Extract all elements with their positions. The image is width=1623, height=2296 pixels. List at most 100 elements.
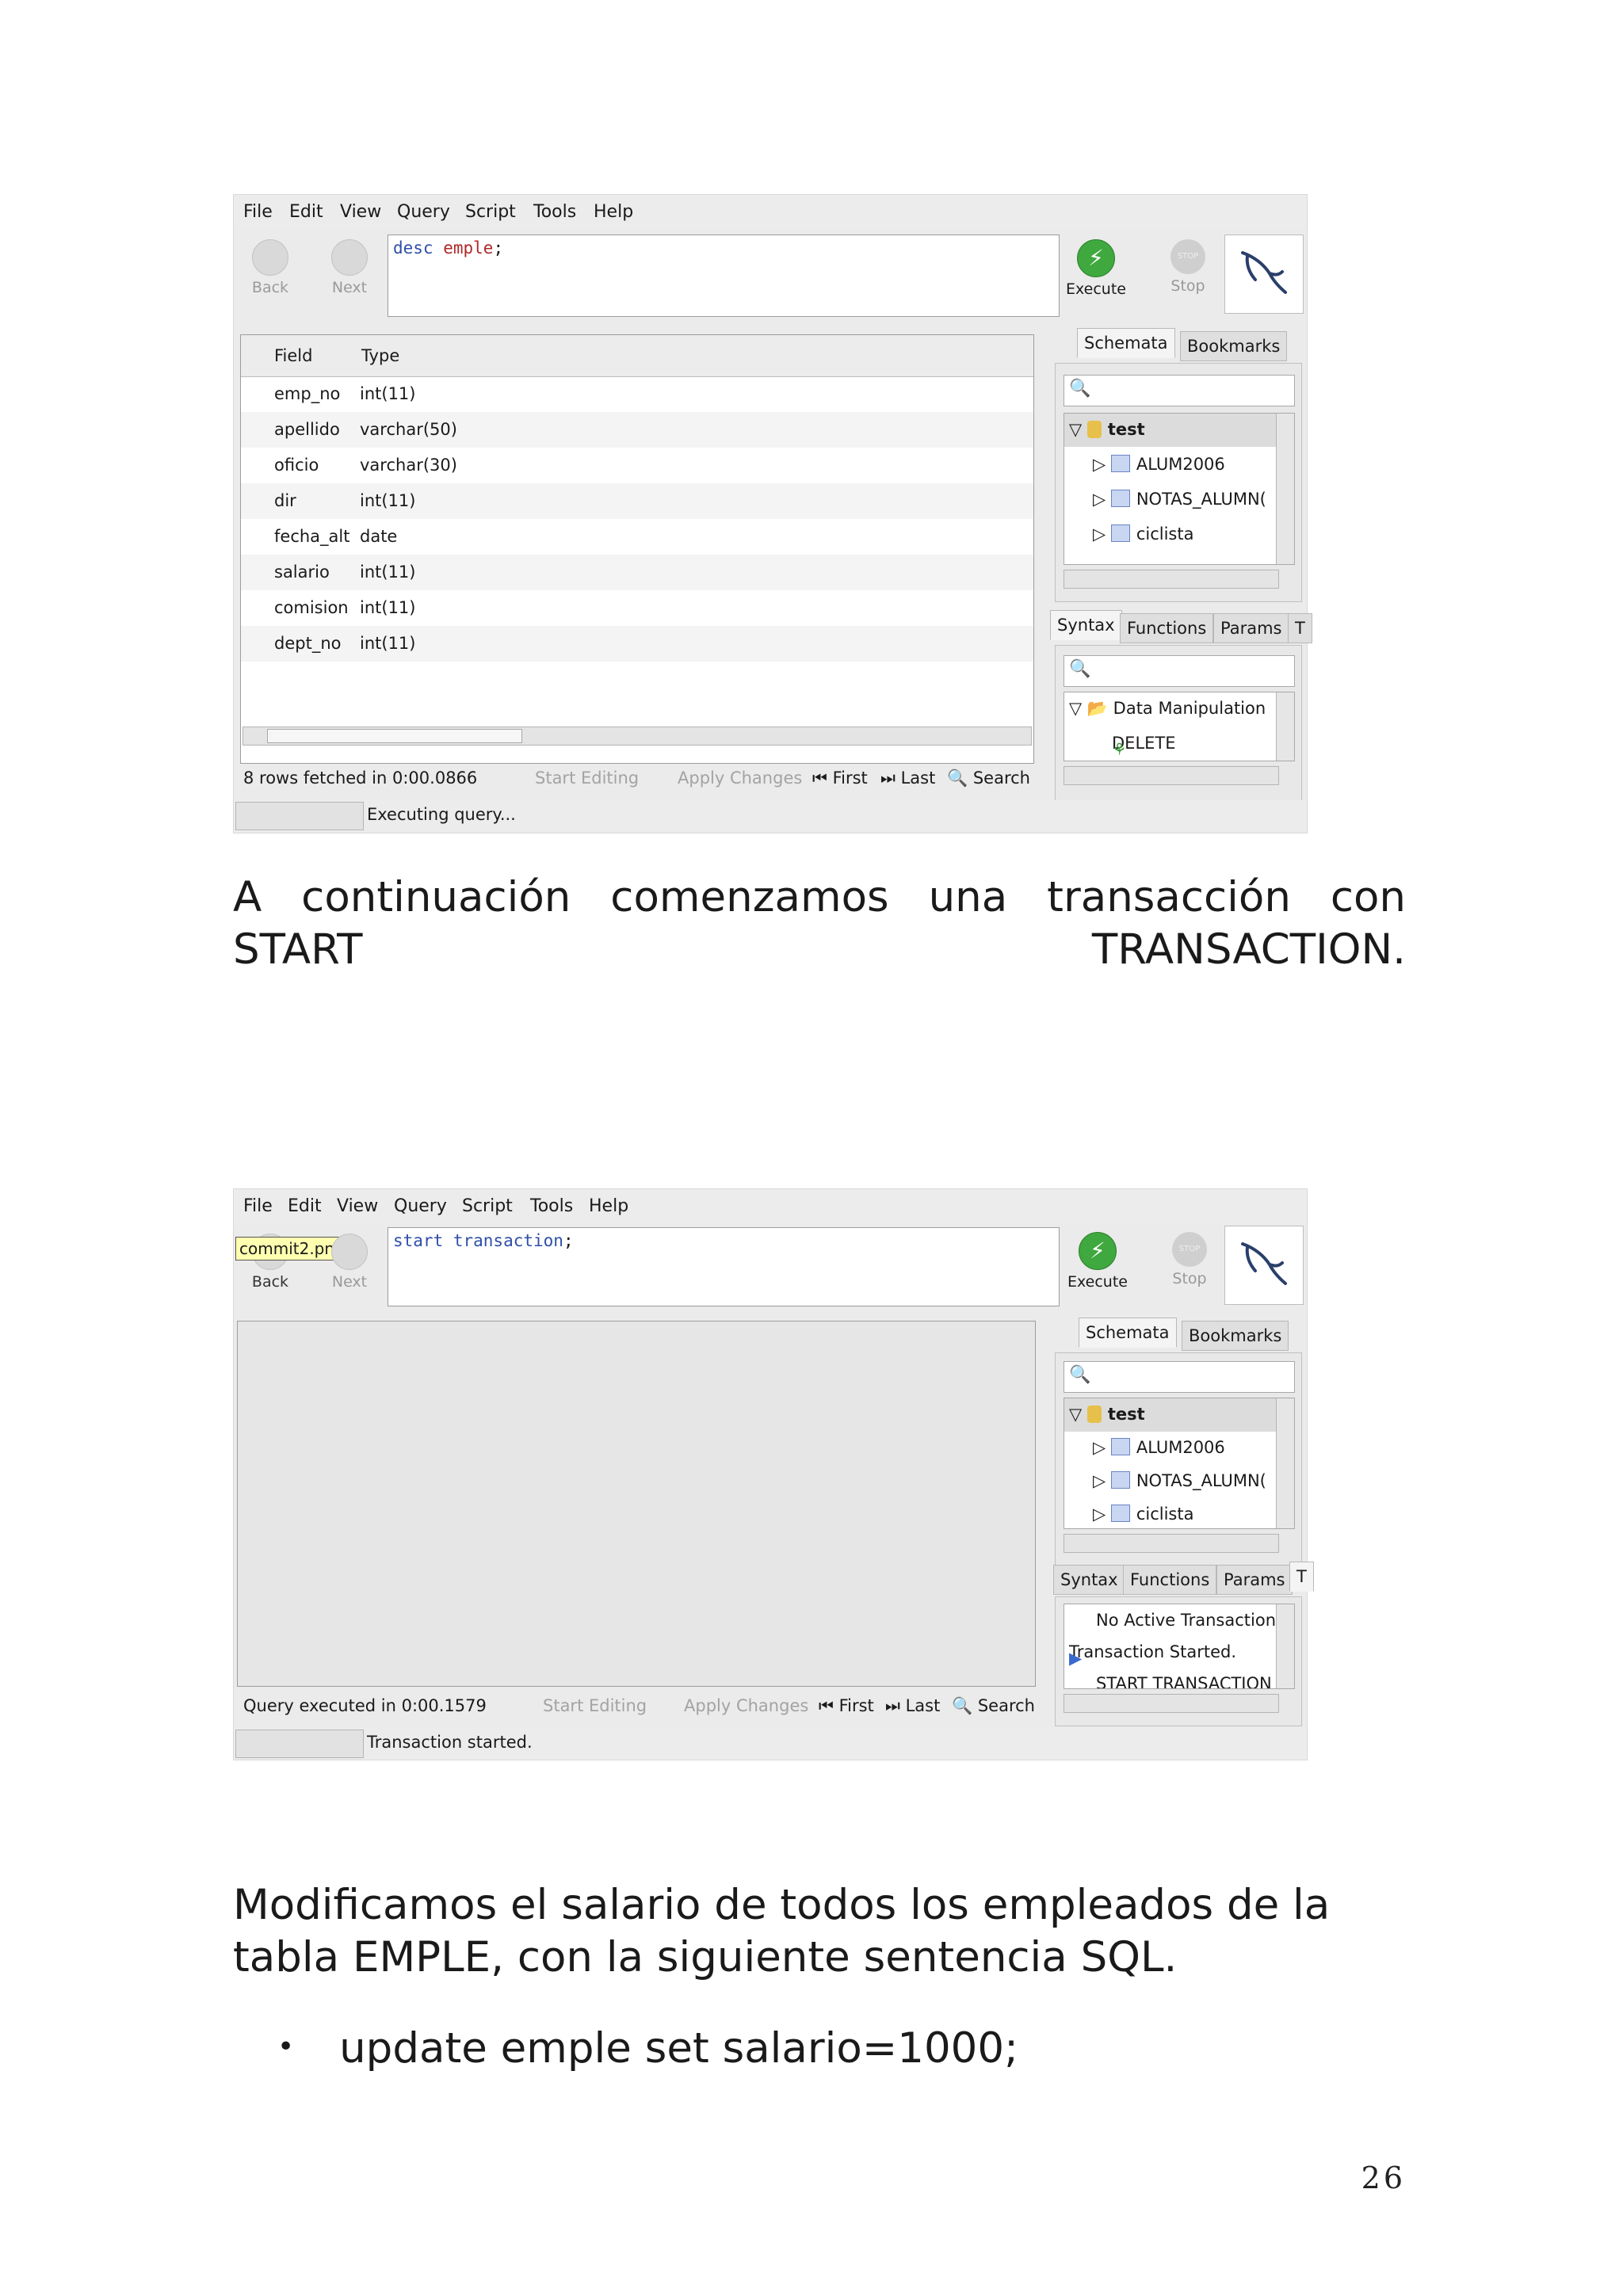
- syntax-tree[interactable]: ▽ 📂 Data Manipulation ⚘ DELETE: [1064, 692, 1295, 761]
- search-label: Search: [977, 1696, 1035, 1715]
- schema-tree[interactable]: ▽ test ▷ ALUM2006 ▷ NOTAS_ALUMN( ▷ cicli…: [1064, 1398, 1295, 1529]
- status-text: Executing query...: [367, 805, 516, 824]
- menu-tools[interactable]: Tools: [533, 202, 576, 222]
- tab-syntax[interactable]: Syntax: [1050, 610, 1122, 640]
- syntax-vertical-scrollbar[interactable]: [1276, 692, 1294, 761]
- next-button[interactable]: Next: [318, 1234, 381, 1291]
- first-button[interactable]: ⏮ First: [819, 1696, 874, 1716]
- menu-tools[interactable]: Tools: [530, 1196, 573, 1216]
- table-row[interactable]: oficio varchar(30): [241, 448, 1033, 483]
- paragraph-2-text: Modificamos el salario de todos los empl…: [233, 1881, 1331, 1981]
- menu-help[interactable]: Help: [589, 1196, 628, 1216]
- table-row[interactable]: fecha_alt date: [241, 519, 1033, 555]
- tree-vertical-scrollbar[interactable]: [1276, 1398, 1294, 1528]
- execute-button[interactable]: ⚡ Execute: [1066, 1232, 1129, 1291]
- stop-button[interactable]: STOP Stop: [1164, 239, 1212, 295]
- last-label: Last: [900, 769, 936, 788]
- app-status-bar: Transaction started.: [234, 1728, 1307, 1760]
- menu-script[interactable]: Script: [462, 1196, 513, 1216]
- execute-label: Execute: [1066, 280, 1126, 298]
- cell-field: salario: [274, 563, 330, 582]
- next-label: Next: [331, 279, 368, 296]
- menu-query[interactable]: Query: [397, 202, 450, 222]
- table-row[interactable]: comision int(11): [241, 590, 1033, 626]
- last-button[interactable]: ⏭ Last: [885, 1696, 940, 1716]
- syntax-horizontal-scrollbar[interactable]: [1064, 766, 1279, 785]
- tree-vertical-scrollbar[interactable]: [1276, 414, 1294, 564]
- tab-functions[interactable]: Functions: [1120, 613, 1214, 643]
- tree-item-db[interactable]: ▽ test: [1064, 414, 1277, 447]
- table-row[interactable]: apellido varchar(50): [241, 412, 1033, 448]
- result-grid-empty[interactable]: [237, 1321, 1036, 1687]
- screenshot-start-transaction: File Edit View Query Script Tools Help B…: [233, 1188, 1314, 1760]
- schema-tree[interactable]: ▽ test ▷ ALUM2006 ▷ NOTAS_ALUMN( ▷ cicli…: [1064, 413, 1295, 565]
- menu-edit[interactable]: Edit: [288, 1196, 322, 1216]
- start-editing-button[interactable]: Start Editing: [543, 1696, 647, 1715]
- play-icon: ▶: [1069, 1649, 1083, 1668]
- syntax-search-input[interactable]: 🔍: [1064, 655, 1295, 687]
- query-keyword: start transaction: [393, 1231, 563, 1250]
- cell-type: int(11): [360, 384, 416, 403]
- stop-button[interactable]: STOP Stop: [1166, 1232, 1213, 1287]
- query-terminator: ;: [563, 1231, 574, 1250]
- stop-icon: STOP: [1170, 239, 1205, 274]
- column-header-type[interactable]: Type: [361, 346, 399, 365]
- next-arrow-icon: [331, 239, 368, 276]
- result-grid[interactable]: Field Type emp_no int(11) apellido varchar…: [240, 334, 1034, 764]
- table-row[interactable]: dept_no int(11): [241, 626, 1033, 662]
- table-row[interactable]: emp_no int(11): [241, 376, 1033, 412]
- tab-t[interactable]: T: [1289, 1562, 1314, 1592]
- menu-script[interactable]: Script: [465, 202, 516, 222]
- tab-params[interactable]: Params: [1216, 1565, 1293, 1595]
- execute-label: Execute: [1067, 1273, 1128, 1291]
- cell-field: fecha_alt: [274, 527, 350, 546]
- query-editor[interactable]: start transaction;: [388, 1227, 1060, 1306]
- tab-syntax[interactable]: Syntax: [1053, 1565, 1125, 1595]
- table-icon: [1110, 1471, 1130, 1489]
- log-horizontal-scrollbar[interactable]: [1064, 1694, 1279, 1713]
- tab-bookmarks[interactable]: Bookmarks: [1182, 1321, 1289, 1351]
- execute-button[interactable]: ⚡ Execute: [1064, 239, 1128, 298]
- apply-changes-button[interactable]: Apply Changes: [678, 769, 802, 788]
- column-header-field[interactable]: Field: [274, 346, 312, 365]
- schema-search-input[interactable]: 🔍: [1064, 1361, 1295, 1393]
- table-row[interactable]: salario int(11): [241, 555, 1033, 590]
- first-button[interactable]: ⏮ First: [812, 769, 868, 788]
- tab-schemata[interactable]: Schemata: [1077, 328, 1175, 358]
- table-icon: [1110, 524, 1130, 542]
- tree-horizontal-scrollbar[interactable]: [1064, 570, 1279, 589]
- last-button[interactable]: ⏭ Last: [880, 769, 935, 788]
- table-row[interactable]: dir int(11): [241, 483, 1033, 519]
- tab-schemata[interactable]: Schemata: [1079, 1318, 1177, 1348]
- start-editing-button[interactable]: Start Editing: [535, 769, 639, 788]
- cell-field: dept_no: [274, 634, 342, 653]
- menu-edit[interactable]: Edit: [289, 202, 323, 222]
- schema-search-input[interactable]: 🔍: [1064, 375, 1295, 406]
- grid-horizontal-scrollbar[interactable]: [242, 727, 1032, 746]
- table-icon: [1110, 1505, 1130, 1522]
- apply-changes-button[interactable]: Apply Changes: [684, 1696, 808, 1715]
- back-button[interactable]: Back: [239, 239, 302, 296]
- query-editor[interactable]: desc emple;: [388, 235, 1060, 317]
- bullet-text: update emple set salario=1000;: [339, 2024, 1018, 2073]
- menu-query[interactable]: Query: [394, 1196, 447, 1216]
- schemata-panel: 🔍 ▽ test ▷ ALUM2006 ▷ NOTAS_ALUMN( ▷ cic…: [1055, 363, 1302, 602]
- cell-type: date: [360, 527, 398, 546]
- menu-help[interactable]: Help: [594, 202, 633, 222]
- tab-functions[interactable]: Functions: [1123, 1565, 1217, 1595]
- tab-bookmarks[interactable]: Bookmarks: [1180, 331, 1288, 361]
- search-button[interactable]: 🔍 Search: [952, 1696, 1035, 1716]
- menu-view[interactable]: View: [337, 1196, 378, 1216]
- tree-horizontal-scrollbar[interactable]: [1064, 1534, 1279, 1553]
- next-button[interactable]: Next: [318, 239, 381, 296]
- tree-item-db[interactable]: ▽ test: [1064, 1398, 1277, 1432]
- transaction-log[interactable]: No Active Transaction ▶ Transaction Star…: [1064, 1604, 1295, 1689]
- menu-view[interactable]: View: [340, 202, 381, 222]
- database-icon: [1086, 421, 1102, 438]
- search-button[interactable]: 🔍 Search: [947, 769, 1030, 788]
- log-vertical-scrollbar[interactable]: [1276, 1604, 1294, 1688]
- tab-params[interactable]: Params: [1213, 613, 1289, 643]
- menu-file[interactable]: File: [243, 202, 273, 222]
- menu-file[interactable]: File: [243, 1196, 273, 1216]
- tab-t[interactable]: T: [1288, 613, 1312, 643]
